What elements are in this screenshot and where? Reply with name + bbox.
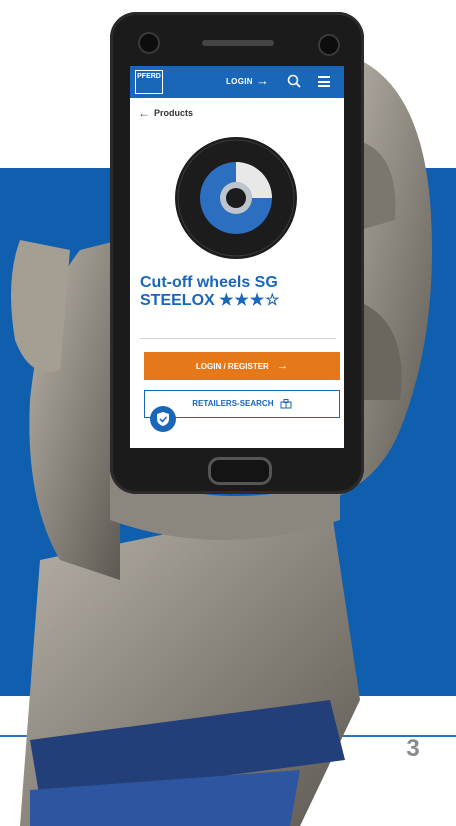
- phone-device: PFERD LOGIN → ← Products Cut-off wheels S…: [110, 12, 364, 494]
- speaker-grille: [202, 40, 274, 46]
- menu-icon[interactable]: [318, 76, 330, 87]
- search-icon[interactable]: [287, 74, 301, 88]
- front-camera-icon: [138, 32, 160, 54]
- product-title-name: STEELOX: [140, 292, 215, 309]
- home-button[interactable]: [208, 457, 272, 485]
- login-link[interactable]: LOGIN: [226, 77, 253, 86]
- back-arrow-icon[interactable]: ←: [138, 106, 150, 120]
- login-register-label: LOGIN / REGISTER: [195, 362, 269, 371]
- sensor-icon: [318, 34, 340, 56]
- login-register-button[interactable]: LOGIN / REGISTER →: [144, 352, 340, 380]
- product-title-line2: STEELOX ★★★☆: [140, 292, 340, 310]
- brand-logo[interactable]: PFERD: [135, 70, 163, 94]
- arrow-right-icon: →: [277, 360, 289, 372]
- retailers-search-label: RETAILERS-SEARCH: [192, 399, 274, 408]
- cut-off-wheel-image: [175, 137, 297, 259]
- star-rating: ★★★☆: [219, 292, 281, 309]
- store-icon: [280, 398, 292, 409]
- phone-screen: PFERD LOGIN → ← Products Cut-off wheels S…: [130, 66, 344, 448]
- content-divider: [140, 338, 336, 339]
- arrow-right-icon[interactable]: →: [256, 73, 269, 88]
- product-title: Cut-off wheels SG STEELOX ★★★☆: [140, 274, 340, 310]
- breadcrumb[interactable]: ← Products: [138, 106, 193, 120]
- shield-icon: [157, 412, 169, 426]
- product-title-line1: Cut-off wheels SG: [140, 274, 278, 291]
- shield-badge[interactable]: [150, 406, 176, 432]
- breadcrumb-label[interactable]: Products: [154, 108, 193, 118]
- phone-top-bezel: [110, 12, 364, 68]
- app-header: PFERD LOGIN →: [130, 66, 344, 98]
